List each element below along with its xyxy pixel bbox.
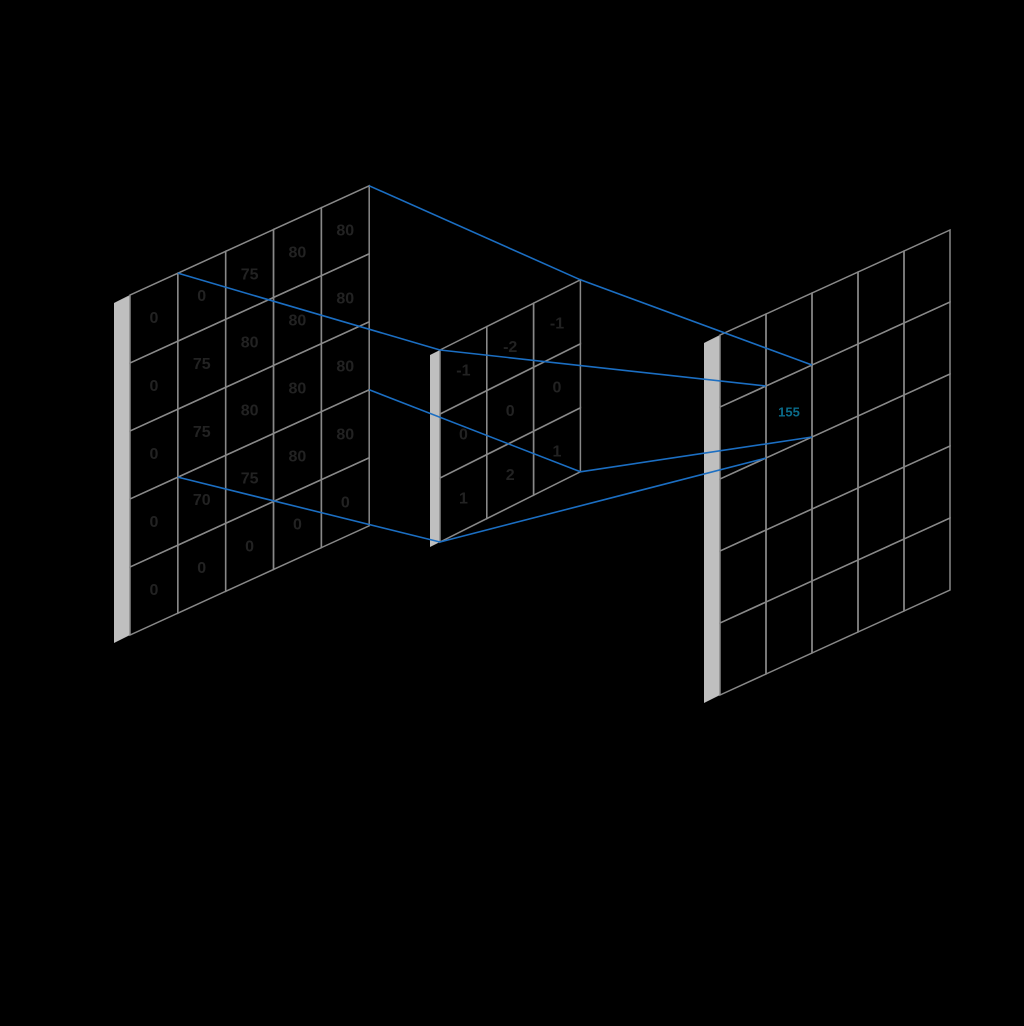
- cell: [766, 581, 812, 674]
- svg-text:0: 0: [197, 560, 206, 577]
- svg-text:80: 80: [289, 381, 307, 398]
- cell: [858, 251, 904, 344]
- convolution-diagram: 0075808007580808007580808007075808000000…: [0, 0, 1024, 1026]
- svg-text:0: 0: [149, 378, 158, 395]
- svg-text:0: 0: [197, 288, 206, 305]
- svg-text:2: 2: [506, 467, 515, 484]
- svg-text:70: 70: [193, 492, 211, 509]
- cell: [720, 602, 766, 695]
- svg-text:1: 1: [459, 490, 468, 507]
- svg-text:0: 0: [149, 310, 158, 327]
- cell: [812, 488, 858, 581]
- svg-text:0: 0: [506, 403, 515, 420]
- svg-text:1: 1: [553, 444, 562, 461]
- cell: [766, 437, 812, 530]
- svg-text:0: 0: [293, 517, 302, 534]
- cell: [766, 509, 812, 602]
- cell: [766, 293, 812, 386]
- cell: [904, 374, 950, 467]
- cell: [904, 446, 950, 539]
- svg-text:75: 75: [193, 424, 211, 441]
- svg-text:80: 80: [336, 427, 354, 444]
- cell: [858, 539, 904, 632]
- cell: [858, 323, 904, 416]
- svg-text:75: 75: [193, 356, 211, 373]
- cell: [904, 302, 950, 395]
- cell: [720, 386, 766, 479]
- cell: [720, 314, 766, 407]
- svg-text:75: 75: [241, 266, 259, 283]
- cell: [812, 416, 858, 509]
- svg-text:0: 0: [149, 514, 158, 531]
- cell: [812, 344, 858, 437]
- cell: [720, 458, 766, 551]
- cell: [904, 230, 950, 323]
- cell: [858, 467, 904, 560]
- cell: [812, 272, 858, 365]
- svg-text:0: 0: [341, 495, 350, 512]
- svg-text:75: 75: [241, 470, 259, 487]
- svg-text:0: 0: [149, 446, 158, 463]
- svg-text:80: 80: [289, 449, 307, 466]
- svg-text:-1: -1: [550, 316, 564, 333]
- svg-text:80: 80: [241, 334, 259, 351]
- cell: [904, 518, 950, 611]
- svg-text:0: 0: [245, 538, 254, 555]
- svg-text:155: 155: [778, 405, 800, 420]
- kernel-panel: -1 -2 -1 0 0 0 1 2 1: [430, 280, 580, 547]
- cell: [720, 530, 766, 623]
- input-panel: 0 0 75 80 80 0 75 80 80 80 0 75 80 80 80 0 70 75 80 80 0 0 0 0 0: [114, 186, 369, 643]
- svg-text:-2: -2: [503, 339, 517, 356]
- svg-text:80: 80: [241, 402, 259, 419]
- cell: [812, 560, 858, 653]
- cell: [858, 395, 904, 488]
- svg-text:80: 80: [336, 223, 354, 240]
- svg-text:0: 0: [149, 582, 158, 599]
- output-panel: 155: [704, 230, 950, 703]
- svg-text:80: 80: [336, 291, 354, 308]
- svg-text:0: 0: [459, 426, 468, 443]
- svg-text:80: 80: [336, 359, 354, 376]
- svg-text:80: 80: [289, 245, 307, 262]
- svg-text:80: 80: [289, 313, 307, 330]
- svg-text:-1: -1: [456, 362, 470, 379]
- svg-text:0: 0: [553, 380, 562, 397]
